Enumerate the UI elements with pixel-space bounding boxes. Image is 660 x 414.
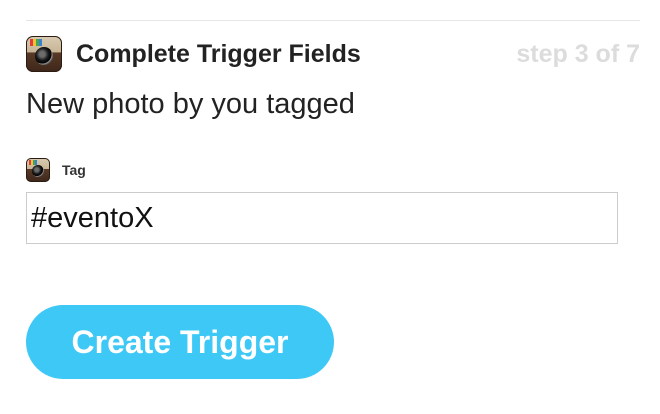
instagram-camera-icon [26,158,50,182]
instagram-camera-icon [26,36,62,72]
tag-field-label-row: Tag [26,158,86,182]
trigger-description: New photo by you tagged [26,88,355,120]
trigger-fields-header: Complete Trigger Fields step 3 of 7 [26,34,640,74]
top-divider [26,20,640,21]
camera-lens [32,165,44,178]
step-indicator: step 3 of 7 [516,39,640,68]
page-title: Complete Trigger Fields [76,39,361,68]
camera-lens [35,46,53,65]
camera-stripes [30,39,42,46]
tag-input[interactable] [26,192,618,244]
tag-field-label: Tag [62,162,86,178]
create-trigger-button[interactable]: Create Trigger [26,305,334,379]
